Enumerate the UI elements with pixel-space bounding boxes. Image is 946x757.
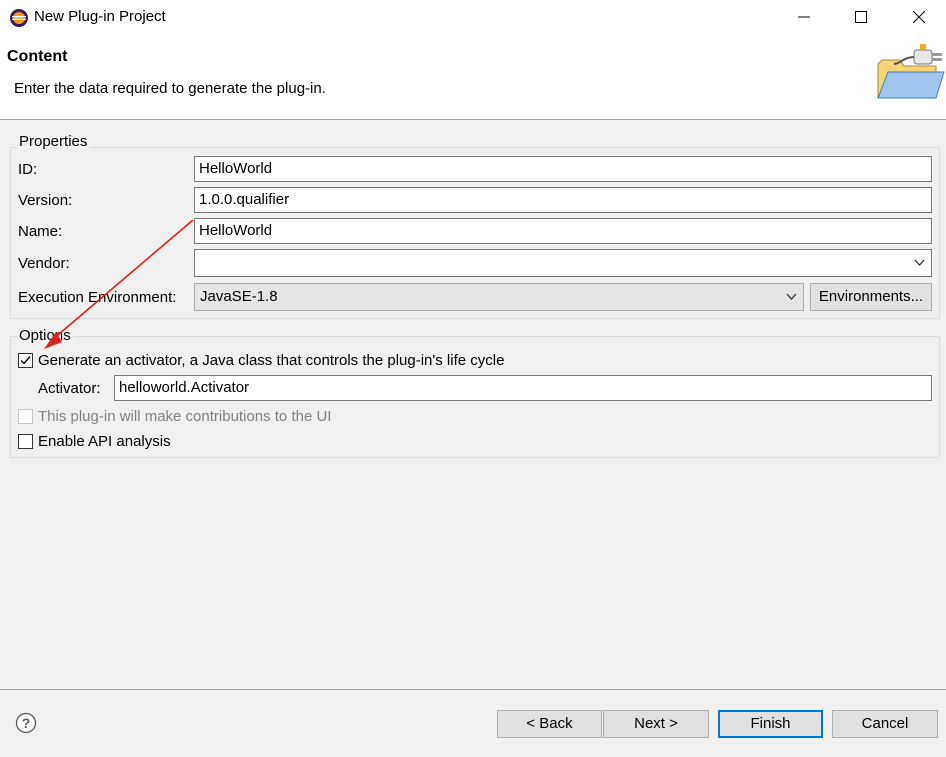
maximize-button[interactable]: [832, 0, 890, 34]
checkmark-icon: [20, 356, 31, 365]
ui-contributions-label: This plug-in will make contributions to …: [38, 408, 332, 425]
id-field[interactable]: HelloWorld: [194, 156, 932, 182]
properties-group-title: Properties: [17, 133, 90, 150]
exec-env-value: JavaSE-1.8: [200, 288, 278, 305]
minimize-icon: [798, 16, 810, 18]
back-button[interactable]: < Back: [497, 710, 602, 738]
version-field[interactable]: 1.0.0.qualifier: [194, 187, 932, 213]
close-icon: [913, 11, 925, 23]
footer-separator: [0, 689, 946, 690]
maximize-icon: [855, 11, 867, 23]
eclipse-icon: [9, 8, 29, 28]
title-bar: New Plug-in Project: [0, 0, 946, 34]
exec-env-label: Execution Environment:: [18, 289, 177, 306]
id-label: ID:: [18, 161, 38, 178]
name-field[interactable]: HelloWorld: [194, 218, 932, 244]
wizard-header: Content Enter the data required to gener…: [0, 34, 946, 120]
plugin-folder-icon: [874, 42, 946, 104]
vendor-label: Vendor:: [18, 255, 70, 272]
vendor-combo[interactable]: [194, 249, 932, 277]
help-icon[interactable]: ?: [15, 712, 37, 734]
options-group-title: Options: [17, 327, 73, 344]
generate-activator-checkbox[interactable]: [18, 353, 33, 368]
page-description: Enter the data required to generate the …: [14, 80, 326, 97]
name-label: Name:: [18, 223, 63, 240]
svg-text:?: ?: [22, 715, 31, 731]
environments-button[interactable]: Environments...: [810, 283, 932, 311]
api-analysis-label[interactable]: Enable API analysis: [38, 433, 171, 450]
finish-button[interactable]: Finish: [718, 710, 823, 738]
close-button[interactable]: [890, 0, 946, 34]
chevron-down-icon: [786, 293, 797, 300]
cancel-button[interactable]: Cancel: [832, 710, 938, 738]
minimize-button[interactable]: [775, 0, 833, 34]
api-analysis-checkbox[interactable]: [18, 434, 33, 449]
page-title: Content: [7, 48, 68, 65]
ui-contributions-checkbox: [18, 409, 33, 424]
activator-field[interactable]: helloworld.Activator: [114, 375, 932, 401]
activator-label: Activator:: [38, 380, 101, 397]
version-label: Version:: [18, 192, 73, 209]
window-title: New Plug-in Project: [34, 8, 166, 25]
next-button[interactable]: Next >: [603, 710, 709, 738]
chevron-down-icon: [914, 259, 925, 266]
exec-env-combo[interactable]: JavaSE-1.8: [194, 283, 804, 311]
generate-activator-label[interactable]: Generate an activator, a Java class that…: [38, 352, 504, 369]
